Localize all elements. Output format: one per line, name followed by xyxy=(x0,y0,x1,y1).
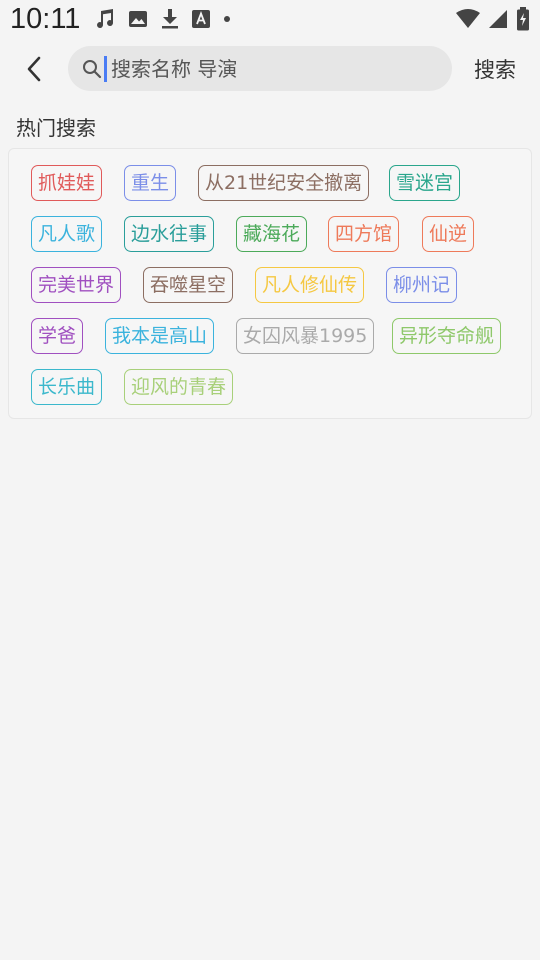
image-icon xyxy=(128,9,148,29)
hot-search-tag[interactable]: 藏海花 xyxy=(236,216,308,252)
battery-charging-icon xyxy=(516,7,530,31)
hot-search-tag[interactable]: 女囚风暴1995 xyxy=(236,318,375,354)
hot-search-tag[interactable]: 学爸 xyxy=(31,318,84,354)
hot-search-tag[interactable]: 异形夺命舰 xyxy=(392,318,502,354)
search-header: 搜索 xyxy=(0,44,540,94)
notification-icons xyxy=(94,8,232,30)
hot-search-tag[interactable]: 四方馆 xyxy=(328,216,400,252)
music-note-icon xyxy=(94,8,116,30)
search-input[interactable] xyxy=(111,56,431,81)
status-bar: 10:11 xyxy=(0,0,540,38)
search-icon xyxy=(83,59,102,78)
hot-search-tag[interactable]: 边水往事 xyxy=(124,216,215,252)
hot-search-tag[interactable]: 我本是高山 xyxy=(105,318,215,354)
hot-search-tag[interactable]: 凡人修仙传 xyxy=(255,267,365,303)
hot-search-tag[interactable]: 雪迷宫 xyxy=(389,165,461,201)
hot-search-tag[interactable]: 完美世界 xyxy=(31,267,122,303)
back-button[interactable] xyxy=(14,44,54,94)
hot-search-tag[interactable]: 重生 xyxy=(124,165,177,201)
search-bar[interactable] xyxy=(68,46,452,91)
dot-icon xyxy=(222,14,232,24)
chevron-left-icon xyxy=(27,56,41,82)
hot-search-tag[interactable]: 长乐曲 xyxy=(31,369,103,405)
hot-search-tags: 抓娃娃 重生 从21世纪安全撤离 雪迷宫凡人歌 边水往事 藏海花 四方馆 仙逆完美世界 吞噬星空… xyxy=(8,148,532,419)
status-time: 10:11 xyxy=(10,2,81,35)
hot-search-title: 热门搜索 xyxy=(16,116,96,140)
hot-search-tag[interactable]: 从21世纪安全撤离 xyxy=(198,165,370,201)
wifi-icon xyxy=(456,9,480,29)
hot-search-tag[interactable]: 凡人歌 xyxy=(31,216,103,252)
hot-search-tag[interactable]: 柳州记 xyxy=(386,267,458,303)
cell-signal-icon xyxy=(488,9,508,29)
hot-search-tag[interactable]: 仙逆 xyxy=(422,216,475,252)
download-icon xyxy=(160,8,180,30)
font-a-icon xyxy=(192,10,211,28)
hot-search-tag[interactable]: 吞噬星空 xyxy=(143,267,234,303)
text-cursor xyxy=(104,55,107,82)
search-button[interactable]: 搜索 xyxy=(474,54,516,84)
hot-search-tag[interactable]: 迎风的青春 xyxy=(124,369,234,405)
hot-search-tag[interactable]: 抓娃娃 xyxy=(31,165,103,201)
system-icons xyxy=(456,7,530,31)
